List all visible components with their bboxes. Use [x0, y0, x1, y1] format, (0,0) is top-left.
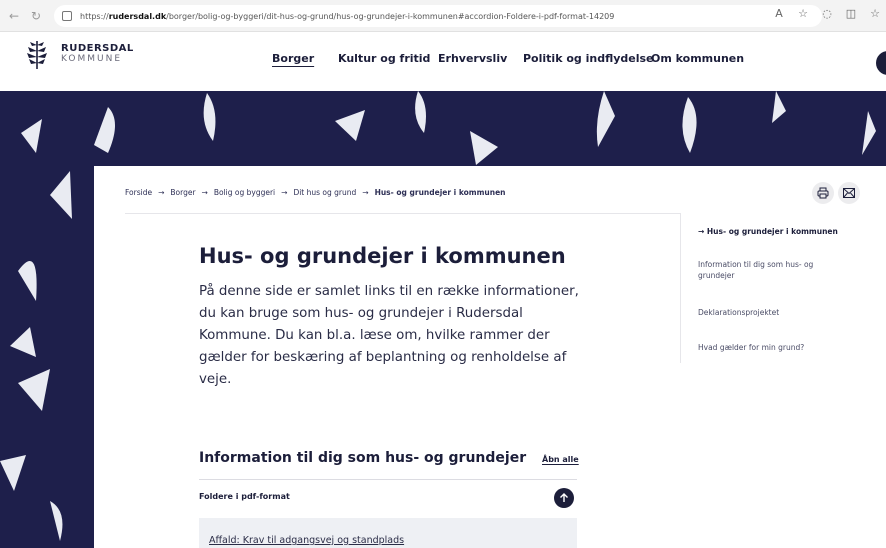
- read-aloud-icon[interactable]: A: [772, 7, 786, 20]
- favorite-star-icon[interactable]: ☆: [796, 7, 810, 20]
- toc-item-information[interactable]: Information til dig som hus- og grundeje…: [698, 259, 848, 281]
- reload-icon[interactable]: ↻: [28, 8, 44, 24]
- open-all-button[interactable]: Åbn alle: [542, 455, 579, 464]
- page-title: Hus- og grundejer i kommunen: [199, 244, 566, 268]
- breadcrumb-divider: [125, 213, 680, 214]
- breadcrumb-forside[interactable]: Forside: [125, 188, 152, 197]
- nav-erhvervsliv[interactable]: Erhvervsliv: [438, 52, 507, 65]
- accordion-label: Foldere i pdf-format: [199, 492, 290, 501]
- breadcrumb-arrow-icon: →: [281, 188, 288, 197]
- url-host: rudersdal.dk: [108, 11, 167, 21]
- url-prefix: https://: [80, 11, 109, 21]
- browser-toolbar: ← ↻ https://rudersdal.dk/borger/bolig-og…: [0, 0, 886, 32]
- site-header: RUDERSDAL KOMMUNE Borger Kultur og friti…: [0, 33, 886, 91]
- logo-line-2: KOMMUNE: [61, 54, 123, 64]
- toc-item-min-grund[interactable]: Hvad gælder for min grund?: [698, 342, 848, 353]
- accordion-link-affald[interactable]: Affald: Krav til adgangsvej og standplad…: [209, 535, 404, 546]
- rudersdal-logo-icon[interactable]: [25, 40, 49, 70]
- nav-om-kommunen[interactable]: Om kommunen: [651, 52, 744, 65]
- breadcrumb-current: Hus- og grundejer i kommunen: [374, 188, 506, 197]
- nav-borger[interactable]: Borger: [272, 52, 314, 65]
- collapse-button[interactable]: [554, 488, 574, 508]
- toc-item-active[interactable]: → Hus- og grundejer i kommunen: [698, 226, 848, 237]
- content-card: Forside → Borger → Bolig og byggeri → Di…: [94, 166, 886, 548]
- intro-text: På denne side er samlet links til en ræk…: [199, 284, 579, 387]
- breadcrumb-arrow-icon: →: [362, 188, 369, 197]
- accordion-section-title: Information til dig som hus- og grundeje…: [199, 450, 527, 466]
- menu-button[interactable]: [876, 51, 886, 75]
- breadcrumb-bolig-og-byggeri[interactable]: Bolig og byggeri: [214, 188, 275, 197]
- extensions-icon[interactable]: ◌: [820, 7, 834, 20]
- split-screen-icon[interactable]: ◫: [844, 7, 858, 20]
- accordion-body: Affald: Krav til adgangsvej og standplad…: [199, 518, 577, 548]
- table-of-contents: → Hus- og grundejer i kommunen Informati…: [680, 213, 850, 363]
- back-icon[interactable]: ←: [6, 8, 22, 24]
- breadcrumb-borger[interactable]: Borger: [170, 188, 195, 197]
- logo-line-1: RUDERSDAL: [61, 43, 134, 54]
- print-button[interactable]: [812, 182, 834, 204]
- print-icon: [817, 187, 829, 199]
- email-share-button[interactable]: [838, 182, 860, 204]
- address-bar[interactable]: https://rudersdal.dk/borger/bolig-og-byg…: [54, 5, 822, 27]
- breadcrumb-arrow-icon: →: [158, 188, 165, 197]
- logo-text[interactable]: RUDERSDAL KOMMUNE: [61, 43, 134, 65]
- site-info-icon[interactable]: [62, 11, 72, 21]
- favorites-icon[interactable]: ☆: [868, 7, 882, 20]
- breadcrumb: Forside → Borger → Bolig og byggeri → Di…: [125, 188, 506, 197]
- url-path: /borger/bolig-og-byggeri/dit-hus-og-grun…: [166, 11, 615, 21]
- breadcrumb-dit-hus-og-grund[interactable]: Dit hus og grund: [293, 188, 356, 197]
- mail-icon: [843, 188, 855, 198]
- breadcrumb-arrow-icon: →: [201, 188, 208, 197]
- arrow-up-icon: [560, 493, 568, 502]
- toc-item-deklarationsprojektet[interactable]: Deklarationsprojektet: [698, 307, 848, 318]
- nav-politik-og-indflydelse[interactable]: Politik og indflydelse: [523, 52, 654, 65]
- nav-kultur-og-fritid[interactable]: Kultur og fritid: [338, 52, 430, 65]
- accordion-header-foldere[interactable]: Foldere i pdf-format: [199, 480, 577, 518]
